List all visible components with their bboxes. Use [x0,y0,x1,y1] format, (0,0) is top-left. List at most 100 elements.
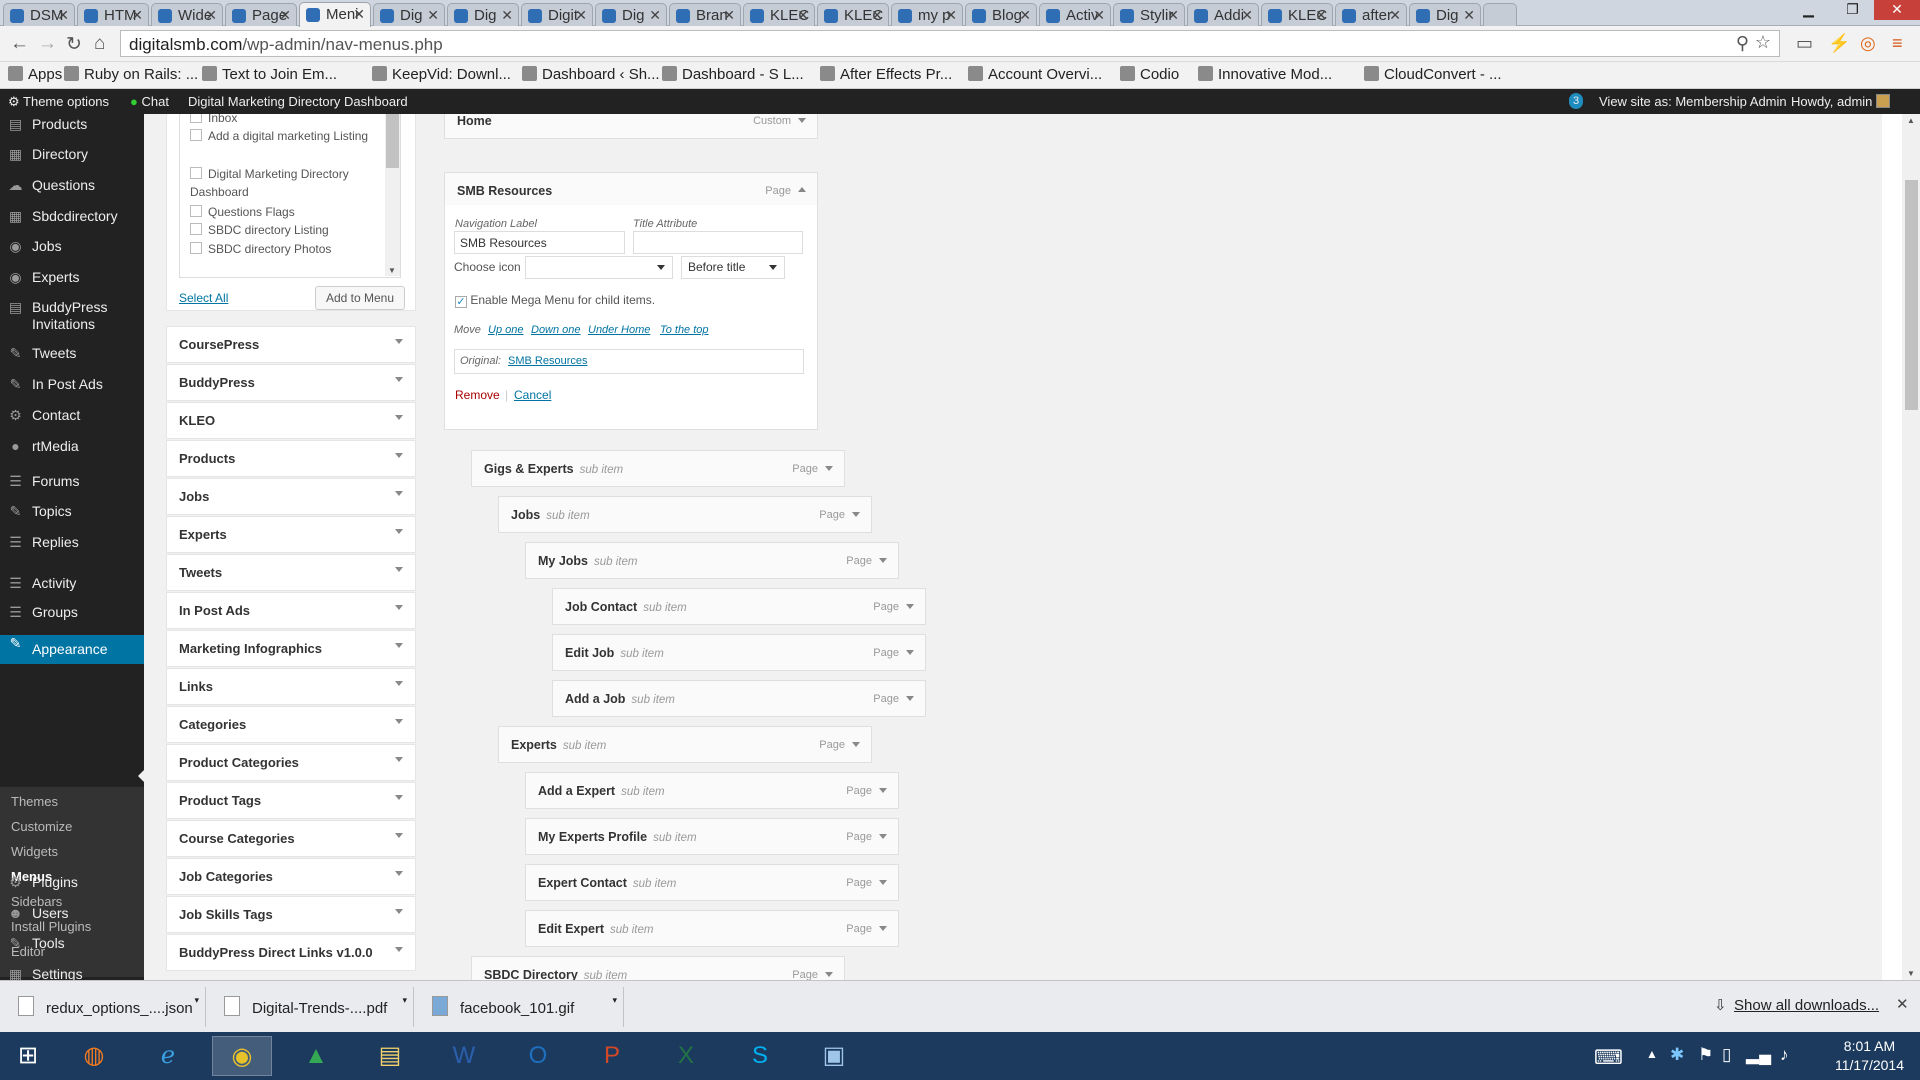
accordion-section-product-categories[interactable]: Product Categories [166,744,416,781]
keyboard-icon[interactable]: ⌨ [1594,1045,1623,1070]
scroll-up-arrow[interactable]: ▲ [1907,116,1915,125]
menu-item-edit-job[interactable]: Edit Job sub item Page [552,634,926,671]
sidebar-item-sbdcdirectory[interactable]: ▦ Sbdcdirectory [0,208,144,225]
forward-button[interactable]: → [38,33,57,55]
menu-item-smb-resources[interactable]: SMB Resources Page [444,172,818,209]
browser-tab[interactable]: HTM ✕ [77,3,149,26]
select-all-link[interactable]: Select All [179,291,228,305]
checklist-item[interactable]: Add a digital marketing Listing [190,127,380,145]
checklist-item[interactable]: SBDC directory Listing [190,221,380,239]
chevron-down-icon[interactable] [906,650,914,655]
close-tab-icon[interactable]: ✕ [1315,7,1327,24]
accordion-section-product-tags[interactable]: Product Tags [166,782,416,819]
scroll-down-arrow[interactable]: ▼ [1907,969,1915,978]
sidebar-item-activity[interactable]: ☰ Activity [0,575,144,592]
accordion-section-tweets[interactable]: Tweets [166,554,416,591]
chevron-down-icon[interactable] [879,880,887,885]
chevron-down-icon[interactable] [852,512,860,517]
close-downloads-icon[interactable]: ✕ [1896,995,1909,1013]
accordion-section-kleo[interactable]: KLEO [166,402,416,439]
page-scrollbar[interactable]: ▲ ▼ [1902,114,1920,980]
close-tab-icon[interactable]: ✕ [1167,7,1179,24]
menu-item-sbdc-directory[interactable]: SBDC Directory sub item Page [471,956,845,980]
sidebar-item-forums[interactable]: ☰ Forums [0,473,144,490]
file-explorer-icon[interactable]: ▤ [360,1036,420,1076]
close-tab-icon[interactable]: ✕ [279,7,291,24]
bookmark-link[interactable]: Text to Join Em... [202,66,337,83]
bookmark-link[interactable]: Codio [1120,66,1179,83]
browser-tab[interactable]: Page ✕ [225,3,297,26]
browser-tab[interactable]: Activ ✕ [1039,3,1111,26]
menu-item-expert-contact[interactable]: Expert Contact sub item Page [525,864,899,901]
accordion-section-categories[interactable]: Categories [166,706,416,743]
sidebar-item-contact[interactable]: ⚙ Contact [0,407,144,424]
excel-icon[interactable]: X [656,1036,716,1076]
close-tab-icon[interactable]: ✕ [1463,7,1475,24]
sidebar-item-appearance[interactable]: ✎ Appearance [0,635,144,664]
view-site-as-link[interactable]: View site as: Membership Admin [1599,94,1787,109]
browser-tab[interactable]: KLEC ✕ [817,3,889,26]
bookmark-link[interactable]: CloudConvert - ... [1364,66,1502,83]
close-window-button[interactable]: ✕ [1874,0,1920,20]
close-tab-icon[interactable]: ✕ [57,7,69,24]
firefox-icon[interactable]: ◍ [64,1036,124,1076]
extension-icon[interactable]: ⚡ [1828,33,1850,54]
search-icon[interactable]: ⚲ [1736,33,1749,54]
checkbox[interactable] [190,129,202,141]
navigation-label-input[interactable] [454,231,625,254]
bookmark-link[interactable]: Ruby on Rails: ... [64,66,198,83]
cast-icon[interactable]: ▭ [1796,33,1813,54]
chevron-down-icon[interactable] [825,972,833,977]
checklist-scrollbar[interactable]: ▼ [385,114,400,276]
notification-badge[interactable]: 3 [1569,93,1583,109]
close-tab-icon[interactable]: ✕ [1241,7,1253,24]
submenu-item-customize[interactable]: Customize [11,819,72,834]
howdy-link[interactable]: Howdy, admin [1791,94,1891,109]
checklist-item[interactable]: Questions Flags [190,203,380,221]
menu-item-my-experts-profile[interactable]: My Experts Profile sub item Page [525,818,899,855]
chrome-icon[interactable]: ◉ [212,1036,272,1076]
sidebar-item-experts[interactable]: ◉ Experts [0,269,144,286]
close-tab-icon[interactable]: ✕ [945,7,957,24]
checklist-item[interactable]: Digital Marketing Directory Dashboard [190,165,380,201]
system-clock[interactable]: 8:01 AM 11/17/2014 [1835,1037,1904,1075]
sidebar-item-users[interactable]: ☻ Users [0,905,144,922]
menu-item-job-contact[interactable]: Job Contact sub item Page [552,588,926,625]
sidebar-item-questions[interactable]: ☁ Questions [0,177,144,194]
chat-link[interactable]: ● Chat [130,94,169,109]
chevron-down-icon[interactable]: ▾ [612,995,617,1006]
internet-explorer-icon[interactable]: ℯ [138,1036,198,1076]
sidebar-item-tools[interactable]: ✎ Tools [0,935,144,952]
url-input[interactable]: digitalsmb.com/wp-admin/nav-menus.php ⚲ … [120,30,1780,57]
flag-icon[interactable]: ⚑ [1698,1045,1713,1065]
reload-button[interactable]: ↻ [66,33,82,56]
powerpoint-icon[interactable]: P [582,1036,642,1076]
chevron-down-icon[interactable]: ▾ [402,995,407,1006]
checkbox[interactable] [190,223,202,235]
bookmark-link[interactable]: Apps [8,66,62,83]
chevron-down-icon[interactable] [852,742,860,747]
outlook-icon[interactable]: O [508,1036,568,1076]
accordion-section-buddypress-direct-links-v1-0-0[interactable]: BuddyPress Direct Links v1.0.0 [166,934,416,971]
home-button[interactable]: ⌂ [94,33,105,55]
browser-tab[interactable]: Blog ✕ [965,3,1037,26]
download-item[interactable]: redux_options_....json ▾ [6,987,206,1027]
close-tab-icon[interactable]: ✕ [1389,7,1401,24]
sidebar-item-rtmedia[interactable]: ● rtMedia [0,438,144,455]
menu-item-add-a-expert[interactable]: Add a Expert sub item Page [525,772,899,809]
mega-menu-checkbox[interactable]: ✓ [455,296,467,308]
close-tab-icon[interactable]: ✕ [575,7,587,24]
browser-tab[interactable]: my p ✕ [891,3,963,26]
close-tab-icon[interactable]: ✕ [205,7,217,24]
photo-viewer-icon[interactable]: ▣ [804,1036,864,1076]
accordion-section-job-skills-tags[interactable]: Job Skills Tags [166,896,416,933]
checklist-item[interactable]: SBDC directory Photos [190,240,380,258]
sidebar-item-settings[interactable]: ▦ Settings [0,966,144,980]
chevron-down-icon[interactable] [879,834,887,839]
battery-icon[interactable]: ▯ [1722,1045,1731,1065]
original-link[interactable]: SMB Resources [508,355,587,367]
sidebar-item-tweets[interactable]: ✎ Tweets [0,345,144,362]
google-drive-icon[interactable]: ▲ [286,1036,346,1076]
menu-item-add-a-job[interactable]: Add a Job sub item Page [552,680,926,717]
checkbox[interactable] [190,167,202,179]
